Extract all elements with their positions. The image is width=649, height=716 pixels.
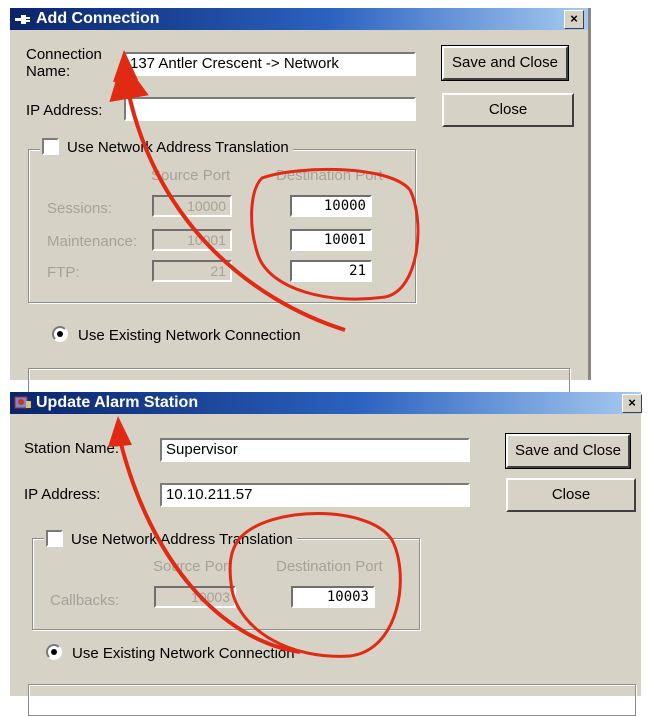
update-alarm-station-titlebar[interactable]: Update Alarm Station: [10, 392, 641, 414]
destination-port-header: Destination Port: [276, 558, 383, 575]
sessions-source-port: 10000: [152, 195, 232, 217]
sessions-label: Sessions:: [47, 200, 113, 217]
close-icon[interactable]: ×: [622, 394, 642, 413]
save-and-close-label: Save and Close: [515, 442, 621, 459]
callbacks-label: Callbacks:: [50, 592, 120, 609]
existing-connection-radio[interactable]: [46, 644, 62, 660]
existing-connection-radio[interactable]: [52, 326, 68, 342]
ftp-destination-port[interactable]: 21: [290, 260, 372, 282]
connection-plug-icon: [15, 15, 30, 24]
maintenance-source-port: 10001: [152, 229, 232, 251]
destination-port-header: Destination Port: [276, 167, 383, 184]
source-port-header: Source Port: [151, 167, 231, 184]
existing-connection-radio-row[interactable]: Use Existing Network Connection: [46, 644, 295, 662]
nat-checkbox[interactable]: [46, 530, 63, 547]
close-label: Close: [551, 486, 591, 503]
ftp-label: FTP:: [47, 264, 80, 281]
nat-checkbox-row[interactable]: Use Network Address Translation: [40, 138, 293, 156]
nat-checkbox-row[interactable]: Use Network Address Translation: [44, 530, 297, 548]
nat-groupbox: [32, 538, 420, 630]
existing-connection-label: Use Existing Network Connection: [78, 327, 301, 344]
ftp-source-port: 21: [152, 260, 232, 282]
ip-address-label: IP Address:: [24, 486, 101, 503]
nat-label: Use Network Address Translation: [67, 139, 289, 156]
callbacks-source-port: 10003: [154, 586, 236, 608]
alarm-station-icon: [14, 396, 31, 409]
maintenance-destination-port[interactable]: 10001: [290, 229, 372, 251]
update-alarm-station-dialog: Update Alarm Station × Station Name: Sup…: [10, 392, 642, 716]
existing-connection-label: Use Existing Network Connection: [72, 645, 295, 662]
add-connection-titlebar[interactable]: Add Connection: [10, 8, 588, 30]
maintenance-label: Maintenance:: [47, 233, 138, 250]
save-and-close-label: Save and Close: [452, 54, 558, 71]
source-port-header: Source Port: [153, 558, 233, 575]
connection-name-input[interactable]: 137 Antler Crescent -> Network: [124, 52, 416, 76]
dialog-title: Update Alarm Station: [36, 394, 199, 411]
nat-label: Use Network Address Translation: [71, 531, 293, 548]
close-button[interactable]: Close: [506, 478, 636, 512]
ip-address-label: IP Address:: [26, 102, 103, 119]
save-and-close-button[interactable]: Save and Close: [505, 433, 631, 469]
close-icon[interactable]: ×: [564, 10, 584, 29]
save-and-close-button[interactable]: Save and Close: [441, 45, 569, 81]
existing-connection-groupbox: [28, 684, 636, 716]
nat-checkbox[interactable]: [42, 138, 59, 155]
close-label: Close: [488, 101, 528, 118]
station-name-label: Station Name:: [24, 440, 120, 457]
ip-address-input[interactable]: 10.10.211.57: [160, 483, 470, 507]
existing-connection-radio-row[interactable]: Use Existing Network Connection: [52, 326, 301, 344]
close-button[interactable]: Close: [442, 93, 574, 127]
station-name-input[interactable]: Supervisor: [160, 438, 470, 462]
sessions-destination-port[interactable]: 10000: [290, 195, 372, 217]
connection-name-label: Connection Name:: [26, 46, 102, 80]
ip-address-input[interactable]: [124, 97, 416, 121]
callbacks-destination-port[interactable]: 10003: [291, 586, 375, 608]
dialog-title: Add Connection: [36, 10, 160, 27]
add-connection-dialog: Add Connection × Connection Name: 137 An…: [10, 8, 591, 400]
